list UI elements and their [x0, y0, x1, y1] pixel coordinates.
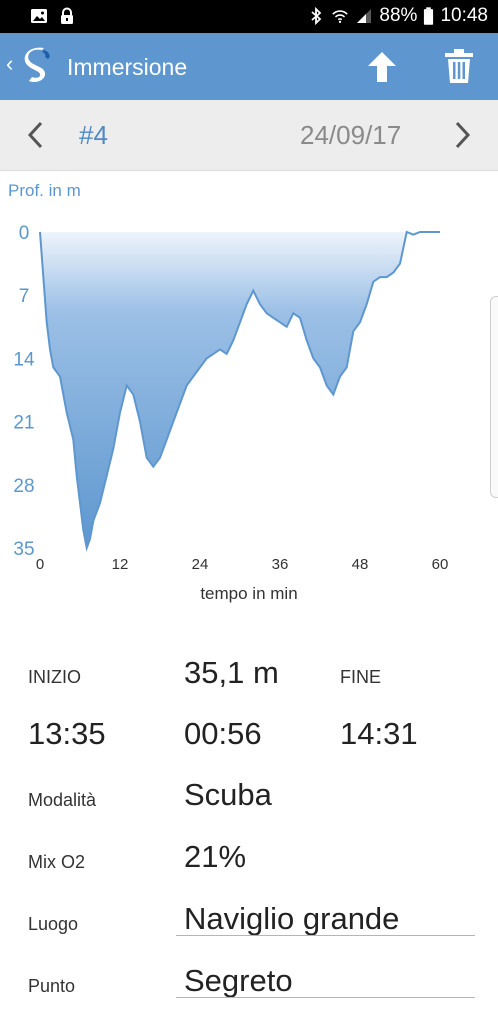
- duration-value: 00:56: [184, 716, 262, 751]
- wifi-icon: [332, 10, 349, 24]
- side-panel-handle[interactable]: [490, 296, 498, 498]
- depth-profile-chart: 07142128350 12 24 36 48 60 tempo in min: [13, 223, 449, 603]
- app-bar: ‹ Immersione: [0, 33, 498, 100]
- max-depth-value: 35,1 m: [184, 655, 279, 690]
- previous-dive-icon[interactable]: [26, 120, 46, 150]
- punto-label: Punto: [28, 976, 76, 996]
- inizio-label: INIZIO: [28, 667, 81, 687]
- x-tick-label: 24: [192, 556, 209, 573]
- x-tick-label: 0: [36, 556, 44, 573]
- punto-field-underline: [176, 997, 475, 998]
- fine-label: FINE: [340, 667, 382, 687]
- x-tick-label: 36: [272, 556, 289, 573]
- upload-arrow-icon[interactable]: [366, 50, 398, 84]
- dive-date: 24/09/17: [300, 120, 402, 150]
- battery-percent: 88%: [379, 5, 418, 26]
- chart-y-axis-label: Prof. in m: [8, 181, 81, 200]
- modalita-label: Modalità: [28, 790, 97, 810]
- image-icon: [31, 9, 47, 23]
- y-tick-label: 7: [19, 286, 30, 307]
- y-tick-label: 0: [19, 223, 30, 244]
- lock-icon: [61, 7, 73, 24]
- status-bar: 88% 10:48: [0, 0, 498, 33]
- y-tick-label: 14: [13, 349, 35, 370]
- battery-icon: [424, 6, 434, 25]
- x-tick-label: 12: [112, 556, 129, 573]
- x-tick-label: 60: [432, 556, 449, 573]
- punto-field[interactable]: Segreto: [184, 963, 293, 999]
- back-chevron-icon[interactable]: ‹: [6, 53, 13, 75]
- start-time-value: 13:35: [28, 716, 106, 751]
- y-tick-label: 21: [13, 413, 34, 434]
- screen-title: Immersione: [67, 54, 188, 80]
- x-tick-label: 48: [352, 556, 369, 573]
- y-tick-label: 28: [13, 476, 34, 497]
- chart-x-axis-label: tempo in min: [200, 584, 297, 603]
- trash-icon[interactable]: [443, 48, 475, 84]
- bluetooth-icon: [311, 7, 322, 25]
- mix-o2-value: 21%: [184, 839, 247, 874]
- dive-number: #4: [79, 120, 108, 150]
- end-time-value: 14:31: [340, 716, 418, 751]
- luogo-field[interactable]: Naviglio grande: [184, 901, 399, 937]
- modalita-value: Scuba: [184, 777, 272, 812]
- scubapro-logo[interactable]: [20, 46, 54, 86]
- clock: 10:48: [440, 5, 488, 26]
- luogo-label: Luogo: [28, 914, 79, 934]
- luogo-field-underline: [176, 935, 475, 936]
- y-tick-label: 35: [13, 539, 34, 560]
- dive-navigation: #4 24/09/17: [0, 100, 498, 171]
- mix-o2-label: Mix O2: [28, 852, 86, 872]
- signal-icon: [357, 9, 372, 23]
- next-dive-icon[interactable]: [452, 120, 472, 150]
